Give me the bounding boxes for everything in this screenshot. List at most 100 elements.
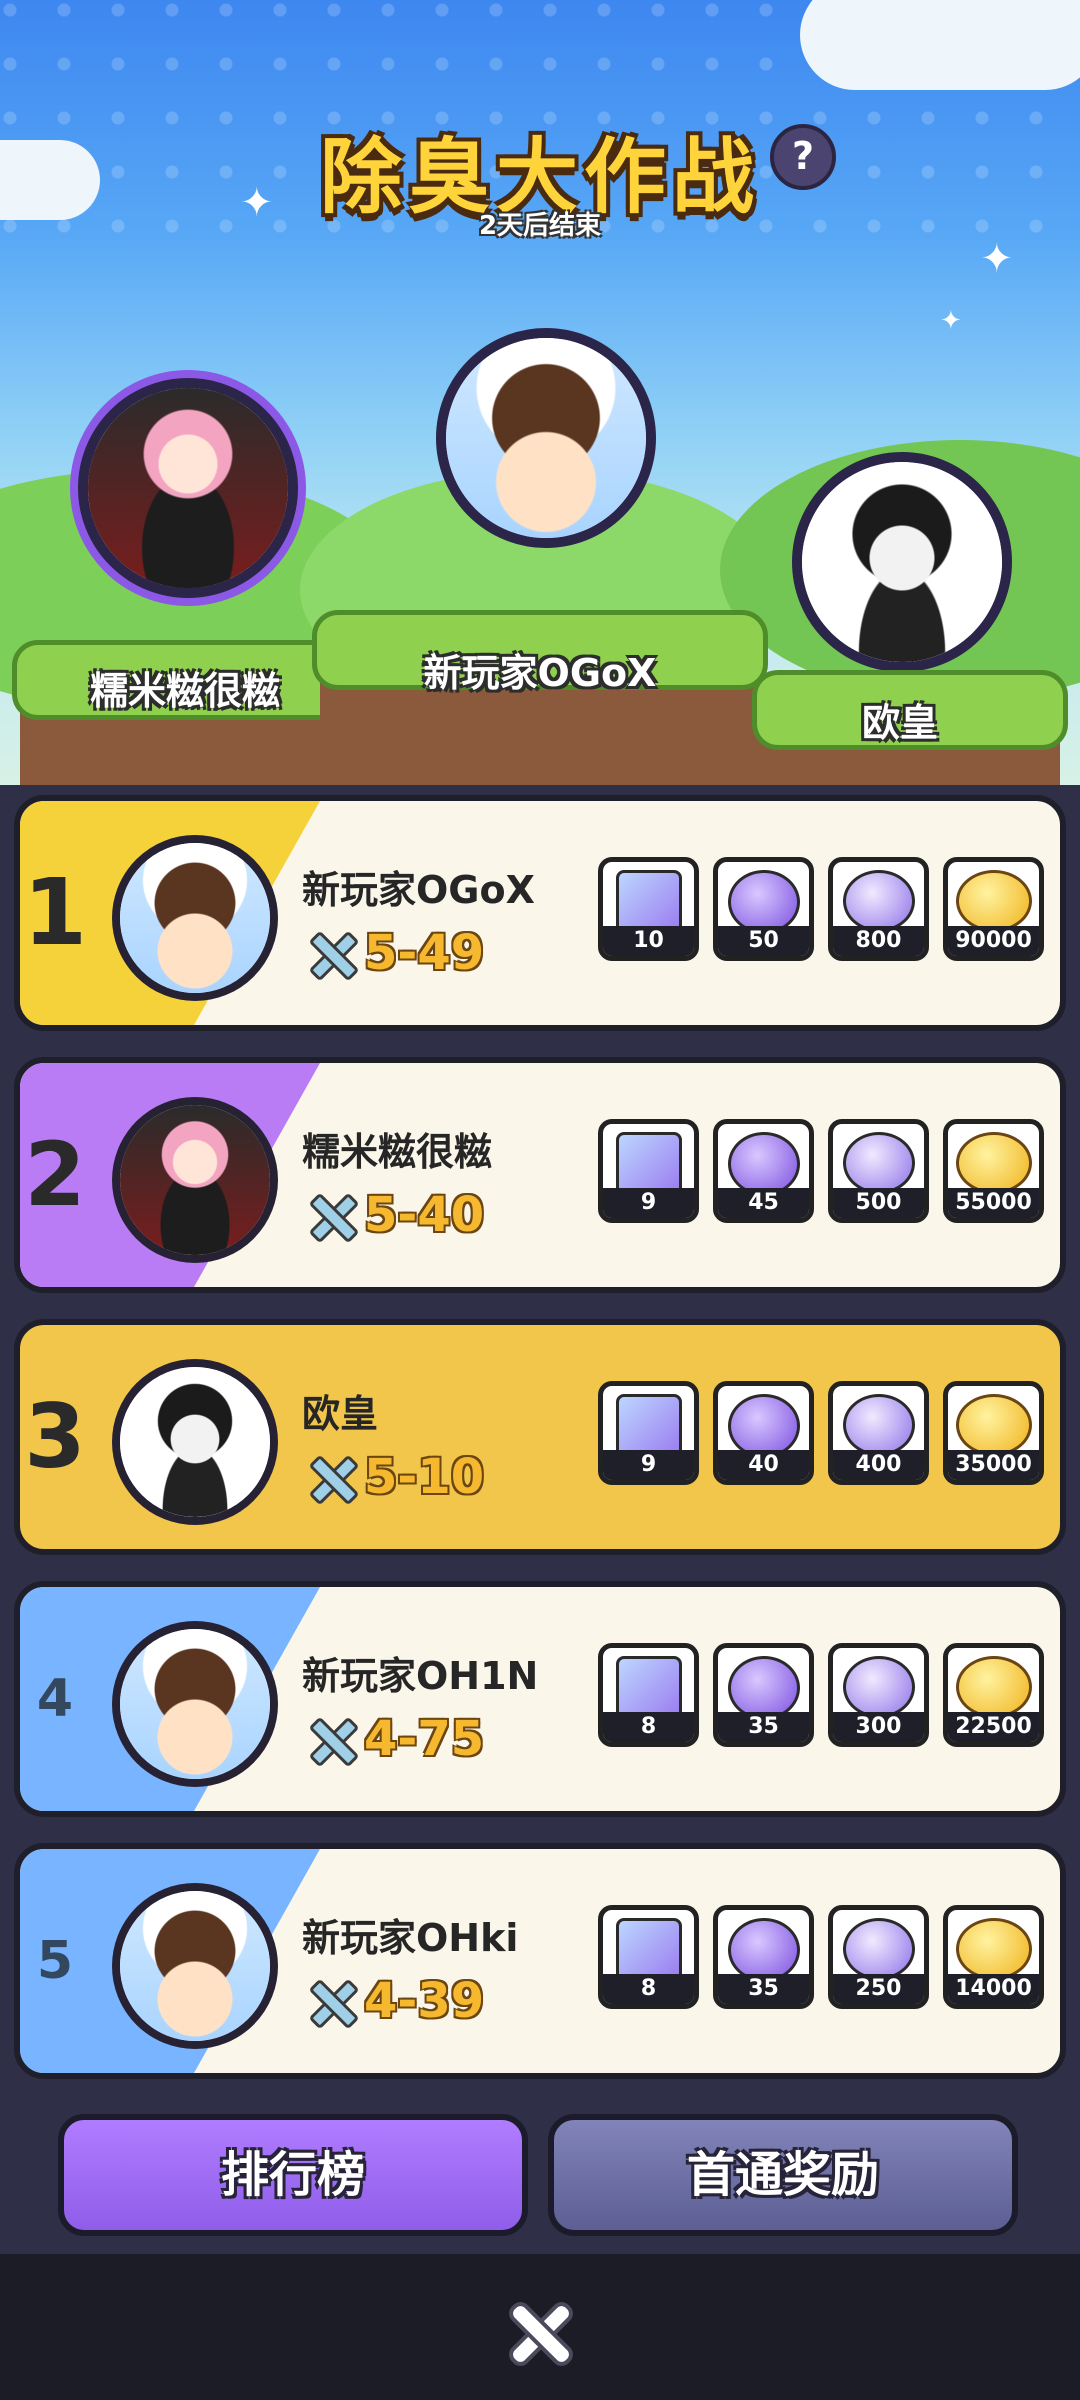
score-value: 4-75 — [364, 1711, 485, 1767]
leaderboard-row-current[interactable]: 3 欧皇 5-10 9 40 400 35000 — [14, 1319, 1066, 1555]
podium-second-avatar[interactable] — [78, 378, 298, 598]
mystery-box-icon — [615, 1918, 682, 1982]
reward-item[interactable]: 14000 — [943, 1905, 1044, 2009]
coin-icon — [955, 1918, 1032, 1980]
reward-list: 9 40 400 35000 — [598, 1381, 1044, 1485]
reward-item[interactable]: 8 — [598, 1905, 699, 2009]
tab-first-clear-rewards[interactable]: 首通奖励 — [548, 2114, 1018, 2236]
crossed-swords-icon — [302, 1450, 356, 1504]
reward-list: 8 35 300 22500 — [598, 1643, 1044, 1747]
rank-number: 3 — [24, 1385, 86, 1488]
leaderboard-row[interactable]: 4 新玩家OH1N 4-75 8 35 300 22500 — [14, 1581, 1066, 1817]
reward-item[interactable]: 50 — [713, 857, 814, 961]
pet-egg-icon — [727, 870, 800, 934]
score-value: 5-49 — [364, 925, 485, 981]
bottom-tabs: 排行榜 首通奖励 — [0, 2100, 1080, 2250]
pet-egg-icon — [727, 1656, 800, 1720]
leaderboard-row[interactable]: 1 新玩家OGoX 5-49 10 50 800 90000 — [14, 795, 1066, 1031]
reward-item[interactable]: 9 — [598, 1381, 699, 1485]
tab-label: 排行榜 — [220, 2147, 365, 2203]
leaderboard-row[interactable]: 5 新玩家OHki 4-39 8 35 250 14000 — [14, 1843, 1066, 2079]
mystery-box-icon — [615, 1656, 682, 1720]
player-avatar[interactable] — [112, 1883, 278, 2049]
coin-icon — [955, 1394, 1032, 1456]
avatar — [446, 338, 646, 538]
reward-qty: 8 — [603, 1974, 694, 2004]
reward-qty: 500 — [833, 1188, 924, 1218]
podium-third-avatar[interactable] — [792, 452, 1012, 672]
reward-item[interactable]: 10 — [598, 857, 699, 961]
reward-list: 9 45 500 55000 — [598, 1119, 1044, 1223]
reward-item[interactable]: 500 — [828, 1119, 929, 1223]
reward-item[interactable]: 300 — [828, 1643, 929, 1747]
player-score: 5-49 — [302, 923, 484, 983]
reward-qty: 9 — [603, 1188, 694, 1218]
reward-qty: 10 — [603, 926, 694, 956]
orb-icon — [842, 1918, 915, 1980]
player-name: 新玩家OHki — [302, 1916, 519, 1960]
player-avatar[interactable] — [112, 1621, 278, 1787]
rank-number: 5 — [36, 1931, 74, 1991]
reward-qty: 90000 — [948, 926, 1039, 956]
help-icon[interactable]: ? — [770, 124, 836, 190]
event-countdown: 2天后结束 — [478, 211, 602, 241]
mystery-box-icon — [615, 1394, 682, 1458]
avatar — [120, 1105, 270, 1255]
player-name: 欧皇 — [302, 1392, 379, 1436]
reward-qty: 9 — [603, 1450, 694, 1480]
reward-item[interactable]: 55000 — [943, 1119, 1044, 1223]
reward-item[interactable]: 800 — [828, 857, 929, 961]
score-value: 5-40 — [364, 1187, 485, 1243]
orb-icon — [842, 870, 915, 932]
tab-leaderboard[interactable]: 排行榜 — [58, 2114, 528, 2236]
podium-second-name: 糯米糍很糍 — [89, 669, 280, 713]
player-avatar[interactable] — [112, 1097, 278, 1263]
mystery-box-icon — [615, 1132, 682, 1196]
tab-label: 首通奖励 — [686, 2147, 879, 2203]
reward-qty: 40 — [718, 1450, 809, 1480]
sparkle-icon: ✦ — [980, 236, 1014, 282]
leaderboard-row[interactable]: 2 糯米糍很糍 5-40 9 45 500 55000 — [14, 1057, 1066, 1293]
reward-qty: 300 — [833, 1712, 924, 1742]
mystery-box-icon — [615, 870, 682, 934]
player-score: 4-39 — [302, 1971, 484, 2031]
reward-item[interactable]: 8 — [598, 1643, 699, 1747]
reward-item[interactable]: 90000 — [943, 857, 1044, 961]
crossed-swords-icon — [302, 926, 356, 980]
score-value: 5-10 — [364, 1449, 485, 1505]
reward-item[interactable]: 40 — [713, 1381, 814, 1485]
reward-item[interactable]: 9 — [598, 1119, 699, 1223]
reward-qty: 250 — [833, 1974, 924, 2004]
reward-qty: 14000 — [948, 1974, 1039, 2004]
reward-item[interactable]: 35 — [713, 1905, 814, 2009]
reward-item[interactable]: 250 — [828, 1905, 929, 2009]
avatar — [120, 843, 270, 993]
reward-item[interactable]: 35000 — [943, 1381, 1044, 1485]
crossed-swords-icon — [302, 1188, 356, 1242]
leaderboard-list[interactable]: 1 新玩家OGoX 5-49 10 50 800 90000 2 糯米糍很糍 5… — [0, 785, 1080, 2255]
orb-icon — [842, 1132, 915, 1194]
avatar — [88, 388, 288, 588]
podium-first-avatar[interactable] — [436, 328, 656, 548]
coin-icon — [955, 870, 1032, 932]
player-name: 新玩家OH1N — [302, 1654, 539, 1698]
sparkle-icon: ✦ — [940, 306, 962, 336]
rank-number: 4 — [36, 1669, 74, 1729]
reward-item[interactable]: 35 — [713, 1643, 814, 1747]
podium-first-name: 新玩家OGoX — [423, 651, 657, 695]
player-name: 糯米糍很糍 — [302, 1130, 493, 1174]
player-avatar[interactable] — [112, 835, 278, 1001]
crossed-swords-icon — [302, 1974, 356, 2028]
player-avatar[interactable] — [112, 1359, 278, 1525]
player-score: 4-75 — [302, 1709, 484, 1769]
reward-item[interactable]: 45 — [713, 1119, 814, 1223]
reward-item[interactable]: 400 — [828, 1381, 929, 1485]
reward-item[interactable]: 22500 — [943, 1643, 1044, 1747]
podium-third-name: 欧皇 — [861, 701, 938, 745]
reward-qty: 400 — [833, 1450, 924, 1480]
avatar — [120, 1367, 270, 1517]
avatar — [120, 1891, 270, 2041]
avatar — [120, 1629, 270, 1779]
score-value: 4-39 — [364, 1973, 485, 2029]
close-icon[interactable] — [500, 2294, 580, 2374]
